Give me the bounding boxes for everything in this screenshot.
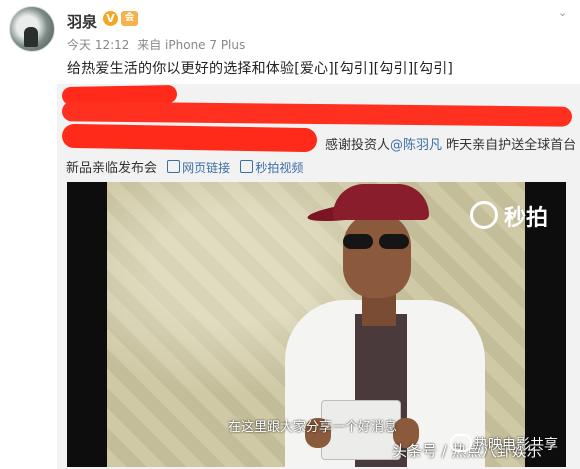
post-source[interactable]: 来自 iPhone 7 Plus xyxy=(137,38,245,52)
username[interactable]: 羽泉 xyxy=(67,11,97,32)
post-text: 给热爱生活的你以更好的选择和体验[爱心][勾引][勾引][勾引] xyxy=(67,61,454,77)
hat xyxy=(333,184,429,220)
redaction-mark xyxy=(61,123,318,153)
miaopai-logo-icon xyxy=(469,201,498,229)
post-meta: 今天 12:12 来自 iPhone 7 Plus xyxy=(67,36,249,53)
chevron-down-icon[interactable]: ⌄ xyxy=(558,6,568,19)
video-subtitle: 在这里跟大家分享一个好消息 xyxy=(228,420,398,435)
person-face xyxy=(343,212,411,298)
post-time: 今天 12:12 xyxy=(67,38,130,52)
sunglasses xyxy=(343,234,411,250)
repost-text: 昨天亲自护送全球首台 xyxy=(446,138,577,153)
miaopai-watermark: 秒拍 xyxy=(469,200,548,232)
video-icon xyxy=(240,160,254,173)
web-link[interactable]: 网页链接 xyxy=(167,160,230,175)
wechat-icon xyxy=(450,434,472,452)
link-icon xyxy=(167,160,181,173)
mention-link[interactable]: @陈羽凡 xyxy=(390,138,442,153)
video-link[interactable]: 秒拍视频 xyxy=(240,160,303,175)
avatar[interactable] xyxy=(9,6,55,52)
repost-text-line2: 新品亲临发布会 网页链接 秒拍视频 xyxy=(66,157,303,176)
verified-v-icon: V xyxy=(103,11,118,26)
repost-text: 新品亲临发布会 xyxy=(66,161,158,176)
vip-badge-icon: 会 xyxy=(121,11,138,26)
watermark-wechat: 热映电影共享 xyxy=(474,437,558,453)
repost-text-line1: 感谢投资人@陈羽凡 昨天亲自护送全球首台 xyxy=(325,134,576,153)
repost-text: 感谢投资人 xyxy=(325,138,391,153)
